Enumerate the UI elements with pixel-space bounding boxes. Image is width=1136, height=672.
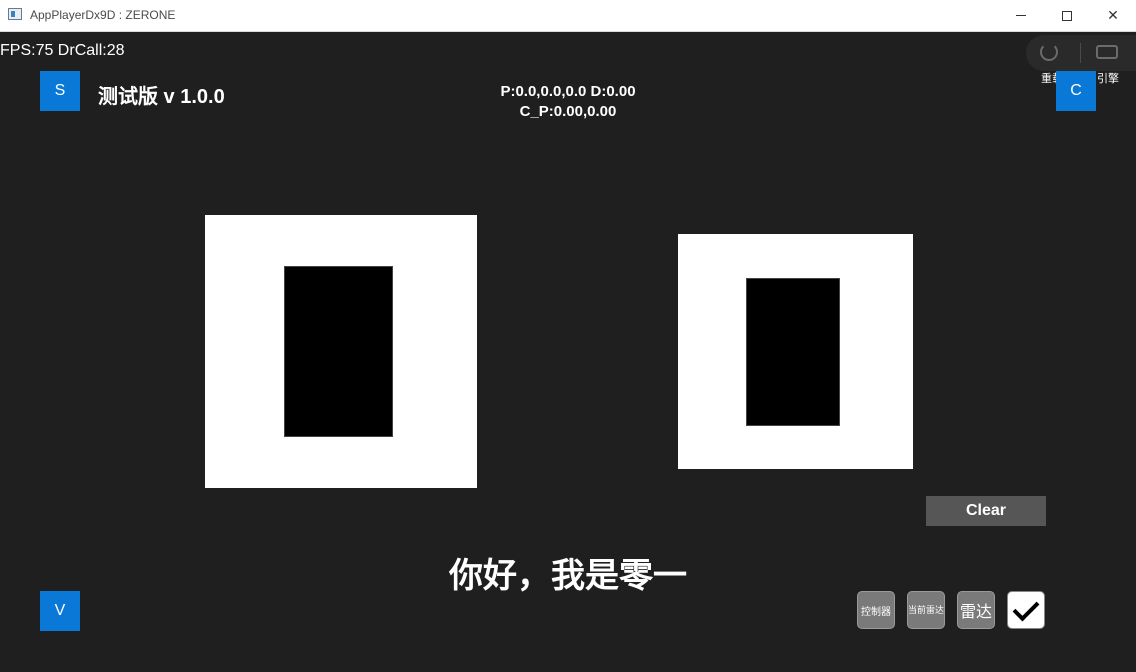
controller-button[interactable]: 控制器 <box>857 591 895 629</box>
clear-button[interactable]: Clear <box>926 496 1046 526</box>
left-black-card <box>284 266 393 437</box>
engine-toolbar <box>1026 35 1136 71</box>
right-black-card <box>746 278 840 426</box>
app-window-icon <box>8 8 22 20</box>
maximize-button[interactable] <box>1044 0 1090 31</box>
fps-counter: FPS:75 DrCall:28 <box>0 42 125 59</box>
checkmark-icon <box>1012 594 1040 622</box>
close-icon: ✕ <box>1107 7 1119 23</box>
game-viewport: FPS:75 DrCall:28 S 测试版 v 1.0.0 P:0.0,0.0… <box>0 32 1136 672</box>
engine-icon[interactable] <box>1096 45 1118 59</box>
maximize-icon <box>1062 10 1072 21</box>
minimize-button[interactable] <box>998 0 1044 31</box>
v-button[interactable]: V <box>40 591 80 631</box>
position-readout: P:0.0,0.0,0.0 D:0.00 <box>500 83 636 100</box>
camera-position-readout: C_P:0.00,0.00 <box>519 103 617 120</box>
reload-icon[interactable] <box>1040 43 1058 61</box>
c-button[interactable]: C <box>1056 71 1096 111</box>
window-title: AppPlayerDx9D : ZERONE <box>30 8 176 22</box>
confirm-button[interactable] <box>1007 591 1045 629</box>
close-button[interactable]: ✕ <box>1090 0 1136 31</box>
divider <box>1080 43 1081 63</box>
greeting-text: 你好，我是零一 <box>449 557 687 595</box>
right-panel <box>678 234 913 469</box>
window-titlebar: AppPlayerDx9D : ZERONE ✕ <box>0 0 1136 32</box>
minimize-icon <box>1016 15 1026 16</box>
engine-label[interactable]: 引擎 <box>1097 70 1119 86</box>
left-panel <box>205 215 477 488</box>
radar-button[interactable]: 雷达 <box>957 591 995 629</box>
current-radar-button[interactable]: 当前雷达 <box>907 591 945 629</box>
